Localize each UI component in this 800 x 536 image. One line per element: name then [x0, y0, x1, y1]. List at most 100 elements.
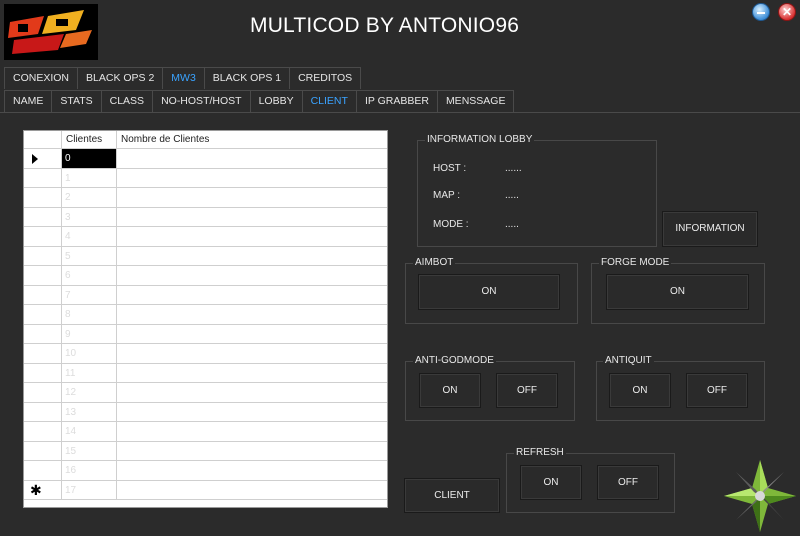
- row-header[interactable]: [24, 324, 62, 343]
- client-button[interactable]: CLIENT: [404, 478, 500, 513]
- tab-mw3[interactable]: MW3: [162, 67, 205, 89]
- row-header[interactable]: [24, 266, 62, 285]
- table-row[interactable]: 16: [24, 461, 387, 481]
- cell-clientes[interactable]: 16: [62, 461, 117, 480]
- cell-nombre[interactable]: [117, 247, 387, 266]
- cell-nombre[interactable]: [117, 286, 387, 305]
- tab-creditos[interactable]: CREDITOS: [289, 67, 362, 89]
- cell-clientes[interactable]: 14: [62, 422, 117, 441]
- cell-nombre[interactable]: [117, 442, 387, 461]
- tab-black-ops-2[interactable]: BLACK OPS 2: [77, 67, 164, 89]
- row-header[interactable]: ✱: [24, 480, 62, 499]
- cell-nombre[interactable]: [117, 481, 387, 500]
- cell-clientes[interactable]: 9: [62, 324, 117, 343]
- cell-nombre[interactable]: [117, 461, 387, 480]
- tab-ip-grabber[interactable]: IP GRABBER: [355, 90, 438, 112]
- table-row[interactable]: 4: [24, 227, 387, 247]
- row-header[interactable]: [24, 227, 62, 246]
- cell-clientes[interactable]: 6: [62, 266, 117, 285]
- tab-class[interactable]: CLASS: [100, 90, 154, 112]
- table-row[interactable]: 13: [24, 402, 387, 422]
- cell-clientes[interactable]: 2: [62, 188, 117, 207]
- table-row[interactable]: 9: [24, 324, 387, 344]
- column-header-clientes[interactable]: Clientes: [62, 131, 117, 149]
- table-row[interactable]: 2: [24, 188, 387, 208]
- row-header[interactable]: [24, 402, 62, 421]
- table-row[interactable]: 7: [24, 285, 387, 305]
- cell-clientes[interactable]: 4: [62, 227, 117, 246]
- row-header[interactable]: [24, 344, 62, 363]
- cell-nombre[interactable]: [117, 169, 387, 188]
- table-row[interactable]: 5: [24, 246, 387, 266]
- row-header[interactable]: [24, 461, 62, 480]
- table-row[interactable]: 6: [24, 266, 387, 286]
- cell-clientes[interactable]: 7: [62, 285, 117, 304]
- cell-nombre[interactable]: [117, 422, 387, 441]
- cell-clientes[interactable]: 0: [62, 149, 117, 168]
- cell-nombre[interactable]: [117, 227, 387, 246]
- information-button[interactable]: INFORMATION: [662, 211, 758, 247]
- cell-nombre[interactable]: [117, 149, 387, 168]
- row-header[interactable]: [24, 383, 62, 402]
- cell-clientes[interactable]: 13: [62, 402, 117, 421]
- tab-no-host-host[interactable]: NO-HOST/HOST: [152, 90, 251, 112]
- cell-nombre[interactable]: [117, 403, 387, 422]
- table-row[interactable]: 8: [24, 305, 387, 325]
- cell-nombre[interactable]: [117, 364, 387, 383]
- table-row[interactable]: 3: [24, 207, 387, 227]
- table-row[interactable]: 11: [24, 363, 387, 383]
- refresh-on-button[interactable]: ON: [520, 465, 582, 500]
- row-header[interactable]: [24, 285, 62, 304]
- tab-name[interactable]: NAME: [4, 90, 53, 112]
- table-row[interactable]: ✱ 17: [24, 480, 387, 500]
- row-header[interactable]: [24, 149, 62, 168]
- row-header[interactable]: [24, 422, 62, 441]
- cell-nombre[interactable]: [117, 188, 387, 207]
- table-row[interactable]: 0: [24, 149, 387, 169]
- clients-grid[interactable]: Clientes Nombre de Clientes 0 1 2 3 4 5 6 7 8 9 10…: [23, 130, 388, 508]
- cell-nombre[interactable]: [117, 383, 387, 402]
- row-header[interactable]: [24, 207, 62, 226]
- cell-clientes[interactable]: 5: [62, 246, 117, 265]
- column-header-nombre[interactable]: Nombre de Clientes: [117, 131, 387, 149]
- row-header[interactable]: [24, 363, 62, 382]
- tab-stats[interactable]: STATS: [51, 90, 102, 112]
- cell-nombre[interactable]: [117, 325, 387, 344]
- cell-nombre[interactable]: [117, 208, 387, 227]
- refresh-off-button[interactable]: OFF: [597, 465, 659, 500]
- table-row[interactable]: 14: [24, 422, 387, 442]
- cell-clientes[interactable]: 8: [62, 305, 117, 324]
- tab-lobby[interactable]: LOBBY: [249, 90, 303, 112]
- cell-clientes[interactable]: 10: [62, 344, 117, 363]
- aimbot-on-button[interactable]: ON: [418, 274, 560, 310]
- tab-menssage[interactable]: MENSSAGE: [436, 90, 515, 112]
- forge-mode-on-button[interactable]: ON: [606, 274, 749, 310]
- row-header[interactable]: [24, 441, 62, 460]
- cell-nombre[interactable]: [117, 305, 387, 324]
- row-header[interactable]: [24, 305, 62, 324]
- tab-black-ops-1[interactable]: BLACK OPS 1: [203, 67, 291, 89]
- cell-clientes[interactable]: 15: [62, 441, 117, 460]
- antiquit-on-button[interactable]: ON: [609, 373, 671, 408]
- cell-nombre[interactable]: [117, 344, 387, 363]
- cell-nombre[interactable]: [117, 266, 387, 285]
- cell-clientes[interactable]: 12: [62, 383, 117, 402]
- table-row[interactable]: 12: [24, 383, 387, 403]
- row-header[interactable]: [24, 168, 62, 187]
- row-header[interactable]: [24, 188, 62, 207]
- anti-godmode-on-button[interactable]: ON: [419, 373, 481, 408]
- row-header[interactable]: [24, 246, 62, 265]
- table-row[interactable]: 1: [24, 168, 387, 188]
- table-row[interactable]: 15: [24, 441, 387, 461]
- anti-godmode-off-button[interactable]: OFF: [496, 373, 558, 408]
- cell-clientes[interactable]: 11: [62, 363, 117, 382]
- minimize-icon[interactable]: [752, 3, 770, 21]
- cell-clientes[interactable]: 3: [62, 207, 117, 226]
- tab-conexion[interactable]: CONEXION: [4, 67, 79, 89]
- cell-clientes[interactable]: 1: [62, 168, 117, 187]
- antiquit-off-button[interactable]: OFF: [686, 373, 748, 408]
- table-row[interactable]: 10: [24, 344, 387, 364]
- cell-clientes[interactable]: 17: [62, 480, 117, 499]
- close-icon[interactable]: ✕: [778, 3, 796, 21]
- tab-client[interactable]: CLIENT: [301, 90, 357, 112]
